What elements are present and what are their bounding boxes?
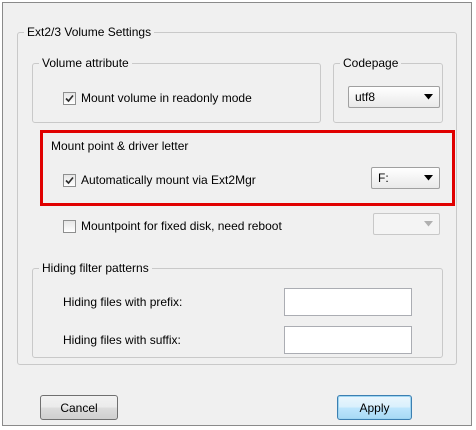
- readonly-checkbox[interactable]: [63, 91, 76, 105]
- auto-mount-checkbox-row[interactable]: Automatically mount via Ext2Mgr: [63, 173, 256, 187]
- readonly-label: Mount volume in readonly mode: [81, 91, 252, 105]
- auto-mount-label: Automatically mount via Ext2Mgr: [81, 173, 256, 187]
- drive-letter-select[interactable]: F:: [371, 167, 440, 189]
- codepage-select[interactable]: utf8: [348, 86, 440, 108]
- drive-letter-value: F:: [378, 171, 389, 185]
- chevron-down-icon: [424, 175, 433, 181]
- settings-window: Ext2/3 Volume Settings Volume attribute …: [2, 2, 472, 426]
- prefix-input[interactable]: [284, 288, 412, 316]
- fixed-disk-checkbox-row[interactable]: Mountpoint for fixed disk, need reboot: [63, 219, 282, 233]
- codepage-legend: Codepage: [340, 56, 402, 70]
- checkmark-icon: [65, 176, 74, 184]
- hiding-filter-legend: Hiding filter patterns: [39, 261, 152, 275]
- volume-settings-title: Ext2/3 Volume Settings: [24, 25, 155, 39]
- cancel-button[interactable]: Cancel: [40, 395, 118, 420]
- chevron-down-icon: [424, 94, 433, 100]
- fixed-disk-label: Mountpoint for fixed disk, need reboot: [81, 219, 282, 233]
- fixed-disk-select[interactable]: [373, 213, 440, 235]
- codepage-value: utf8: [355, 90, 376, 104]
- checkmark-icon: [65, 94, 74, 102]
- volume-attribute-legend: Volume attribute: [39, 56, 132, 70]
- cancel-button-label: Cancel: [60, 400, 98, 415]
- fixed-disk-checkbox[interactable]: [63, 219, 76, 233]
- readonly-checkbox-row[interactable]: Mount volume in readonly mode: [63, 91, 252, 105]
- prefix-label: Hiding files with prefix:: [63, 295, 183, 309]
- apply-button-label: Apply: [359, 400, 390, 415]
- chevron-down-icon: [424, 221, 433, 227]
- auto-mount-checkbox[interactable]: [63, 173, 76, 187]
- suffix-label: Hiding files with suffix:: [63, 333, 181, 347]
- suffix-input[interactable]: [284, 326, 412, 354]
- apply-button[interactable]: Apply: [337, 395, 412, 420]
